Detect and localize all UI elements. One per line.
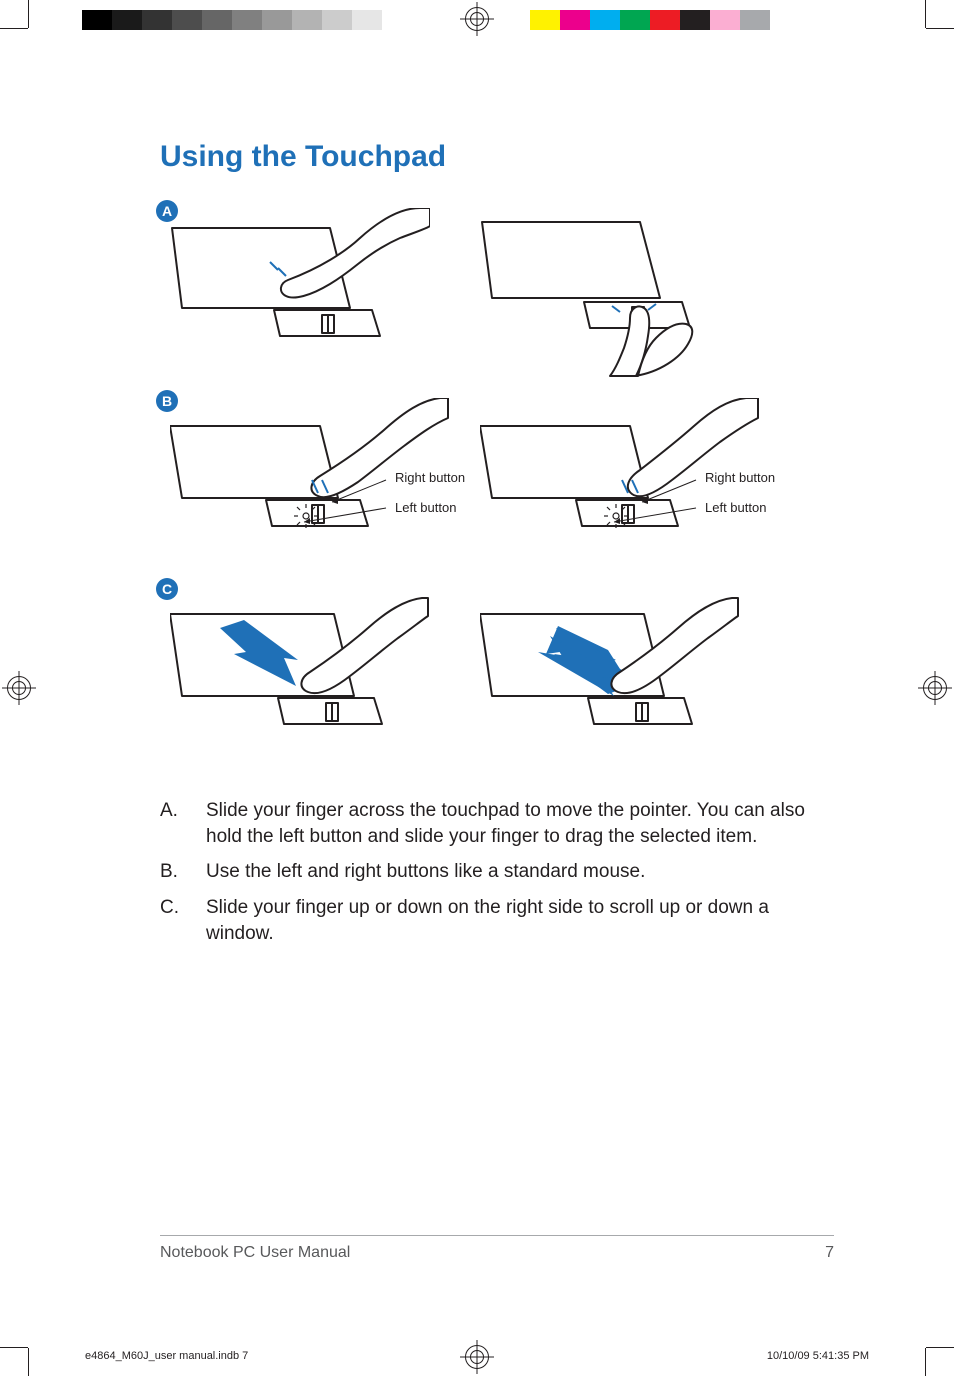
list-text: Slide your finger up or down on the righ… <box>206 895 854 946</box>
page-area: Using the Touchpad A <box>70 70 884 1306</box>
swatch <box>202 10 232 30</box>
label-left-button: Left button <box>395 500 456 515</box>
list-letter: C. <box>160 895 206 946</box>
swatch <box>620 10 650 30</box>
label-right-button: Right button <box>705 470 775 485</box>
diagram-c-scroll-up <box>170 586 430 746</box>
swatch <box>680 10 710 30</box>
diagram-a-click-button <box>480 208 740 378</box>
swatch <box>710 10 740 30</box>
swatch <box>142 10 172 30</box>
label-left-button: Left button <box>705 500 766 515</box>
slug-filename: e4864_M60J_user manual.indb 7 <box>85 1350 248 1362</box>
swatch <box>232 10 262 30</box>
list-letter: B. <box>160 859 206 885</box>
footer-manual-name: Notebook PC User Manual <box>160 1244 350 1262</box>
swatch <box>530 10 560 30</box>
swatch <box>262 10 292 30</box>
swatch <box>650 10 680 30</box>
swatch <box>352 10 382 30</box>
diagram-c-scroll-down <box>480 586 740 746</box>
list-item: A. Slide your finger across the touchpad… <box>160 798 854 849</box>
swatch <box>82 10 112 30</box>
label-right-button: Right button <box>395 470 465 485</box>
crop-mark <box>0 1336 40 1376</box>
crop-mark <box>914 0 954 40</box>
page-title: Using the Touchpad <box>160 140 854 174</box>
registration-mark-icon <box>7 676 31 700</box>
grayscale-calibration-bar <box>82 10 382 30</box>
footer-page-number: 7 <box>825 1244 834 1262</box>
print-slug: e4864_M60J_user manual.indb 7 10/10/09 5… <box>85 1350 869 1362</box>
slug-timestamp: 10/10/09 5:41:35 PM <box>767 1350 869 1362</box>
swatch <box>112 10 142 30</box>
swatch <box>292 10 322 30</box>
swatch <box>740 10 770 30</box>
content-area: Using the Touchpad A <box>70 70 884 946</box>
crop-mark <box>914 1336 954 1376</box>
diagram-a-slide-pointer <box>170 208 430 358</box>
swatch <box>560 10 590 30</box>
swatch <box>322 10 352 30</box>
registration-mark-icon <box>923 676 947 700</box>
list-text: Use the left and right buttons like a st… <box>206 859 854 885</box>
list-item: C. Slide your finger up or down on the r… <box>160 895 854 946</box>
instruction-list: A. Slide your finger across the touchpad… <box>160 798 854 946</box>
swatch <box>590 10 620 30</box>
list-letter: A. <box>160 798 206 849</box>
crop-mark <box>0 0 40 40</box>
registration-mark-icon <box>465 7 489 31</box>
list-item: B. Use the left and right buttons like a… <box>160 859 854 885</box>
diagram-area: A <box>160 198 854 788</box>
list-text: Slide your finger across the touchpad to… <box>206 798 854 849</box>
swatch <box>172 10 202 30</box>
page-footer: Notebook PC User Manual 7 <box>160 1235 834 1262</box>
color-calibration-bar <box>530 10 770 30</box>
